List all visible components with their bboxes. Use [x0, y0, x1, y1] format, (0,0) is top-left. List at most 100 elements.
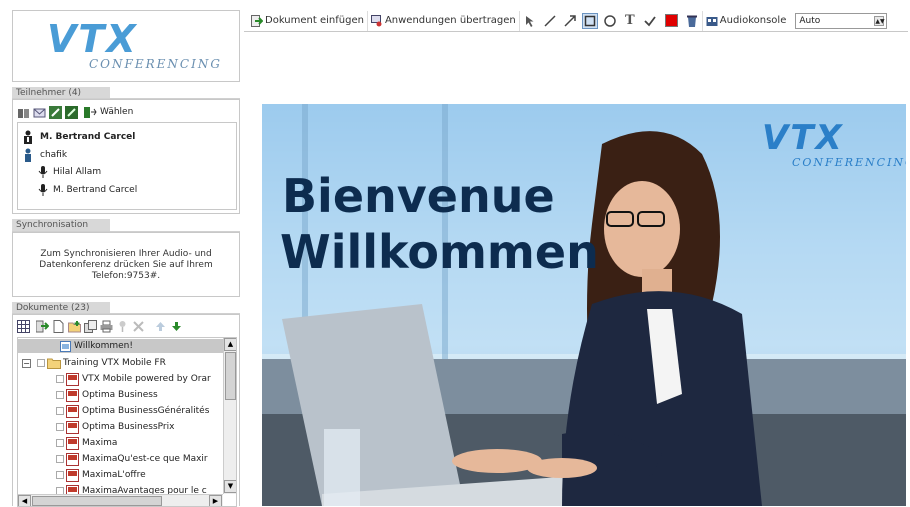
documents-panel: Willkommen! − Training VTX Mobile FR VTX… [12, 314, 240, 507]
check-tool-icon[interactable] [642, 13, 658, 29]
scroll-down-icon[interactable]: ▼ [224, 480, 236, 493]
ellipse-tool-icon[interactable] [602, 13, 618, 29]
pin-icon[interactable] [116, 320, 129, 333]
tree-file[interactable]: Optima BusinessGénéralités [56, 403, 209, 419]
documents-tree: Willkommen! − Training VTX Mobile FR VTX… [17, 337, 237, 507]
participants-toolbar: Wählen [17, 104, 133, 120]
audio-console-button[interactable]: Audiokonsole [701, 10, 790, 31]
import-icon[interactable] [35, 320, 50, 333]
top-toolbar: Dokument einfügen Anwendungen übertragen… [244, 10, 908, 32]
scroll-left-icon[interactable]: ◀ [18, 495, 31, 506]
participant-row[interactable]: chafik [22, 147, 67, 163]
tree-folder-label: Training VTX Mobile FR [63, 358, 166, 368]
move-up-icon[interactable] [154, 320, 167, 333]
participant-row[interactable]: Hilal Allam [38, 164, 101, 180]
tree-item-selected[interactable]: Willkommen! [18, 339, 223, 353]
tree-file-label: VTX Mobile powered by Orar [82, 374, 211, 384]
users-icon[interactable] [17, 106, 30, 119]
scroll-up-icon[interactable]: ▲ [224, 338, 236, 351]
file-checkbox[interactable] [56, 391, 64, 399]
print-icon[interactable] [100, 320, 113, 333]
mail-icon[interactable] [33, 106, 46, 119]
pdf-icon [66, 404, 79, 418]
file-checkbox[interactable] [56, 471, 64, 479]
file-checkbox[interactable] [56, 455, 64, 463]
scroll-thumb[interactable] [225, 352, 236, 400]
insert-document-button[interactable]: Dokument einfügen [248, 10, 368, 31]
audio-console-icon [706, 15, 718, 27]
tree-file-label: Maxima [82, 438, 118, 448]
participant-row[interactable]: M. Bertrand Carcel [38, 182, 137, 198]
moderator-icon [22, 130, 34, 144]
new-folder-icon[interactable] [68, 320, 81, 333]
tree-file-label: MaximaL'offre [82, 470, 146, 480]
zoom-select[interactable]: Auto ▲▼ [795, 12, 888, 29]
dial-icon[interactable] [84, 106, 97, 119]
participant-row[interactable]: M. Bertrand Carcel [22, 129, 135, 145]
slide-heading-fr: Bienvenue [282, 169, 555, 223]
scroll-right-icon[interactable]: ▶ [209, 495, 222, 506]
pointer-tool-icon[interactable] [522, 13, 538, 29]
tree-file[interactable]: Optima BusinessPrix [56, 419, 174, 435]
text-tool-icon[interactable]: T [622, 13, 638, 29]
slide-heading-de: Willkommen [280, 225, 599, 279]
sync-panel: Zum Synchronisieren Ihrer Audio- und Dat… [12, 232, 240, 297]
eraser-icon[interactable] [684, 13, 700, 29]
share-applications-button[interactable]: Anwendungen übertragen [368, 10, 520, 31]
pdf-icon [66, 468, 79, 482]
grid-view-icon[interactable] [17, 319, 30, 333]
folder-icon [47, 357, 61, 369]
file-checkbox[interactable] [56, 439, 64, 447]
file-checkbox[interactable] [56, 375, 64, 383]
pdf-icon [66, 436, 79, 450]
tree-file-label: Optima BusinessPrix [82, 422, 175, 432]
share-screen-icon [370, 14, 383, 27]
pdf-icon [66, 452, 79, 466]
tree-file[interactable]: VTX Mobile powered by Orar [56, 371, 211, 387]
file-checkbox[interactable] [56, 407, 64, 415]
file-checkbox[interactable] [56, 423, 64, 431]
tree-folder[interactable]: − Training VTX Mobile FR [22, 355, 166, 371]
audio-console-label: Audiokonsole [719, 15, 787, 26]
delete-icon[interactable] [132, 320, 145, 333]
participant-name: M. Bertrand Carcel [53, 185, 138, 195]
vtx-logo: VTX [47, 17, 138, 61]
documents-toolbar [17, 318, 186, 334]
rectangle-tool-icon[interactable] [581, 12, 598, 29]
presenter-icon[interactable] [49, 105, 62, 119]
copy-icon[interactable] [84, 319, 97, 333]
microphone-icon [38, 183, 50, 197]
participants-list: M. Bertrand Carcel chafik Hilal Allam M.… [17, 122, 237, 210]
moderator-toggle-icon[interactable] [65, 105, 78, 119]
zoom-select-value: Auto [799, 15, 821, 26]
slide-vtx-logo: VTX [762, 118, 844, 158]
microphone-icon [38, 165, 50, 179]
tree-file-label: Optima Business [82, 390, 158, 400]
arrow-tool-icon[interactable] [562, 13, 578, 29]
tree-file[interactable]: Optima Business [56, 387, 158, 403]
dial-label[interactable]: Wählen [100, 107, 133, 117]
sync-text: Zum Synchronisieren Ihrer Audio- und Dat… [39, 249, 213, 281]
participant-name: chafik [40, 150, 68, 160]
user-icon [22, 148, 34, 162]
folder-checkbox[interactable] [37, 359, 45, 367]
new-document-icon[interactable] [52, 319, 65, 333]
pdf-icon [66, 372, 79, 386]
horizontal-scrollbar[interactable]: ◀ ▶ [18, 494, 223, 506]
tree-file-label: MaximaQu'est-ce que Maxir [82, 454, 208, 464]
tree-file[interactable]: Maxima [56, 435, 117, 451]
line-tool-icon[interactable] [542, 13, 558, 29]
color-picker-icon[interactable] [664, 13, 680, 29]
move-down-icon[interactable] [170, 320, 183, 333]
logo-subtitle: CONFERENCING [89, 57, 222, 71]
scroll-thumb[interactable] [32, 496, 162, 506]
tree-file[interactable]: MaximaQu'est-ce que Maxir [56, 451, 208, 467]
tree-file[interactable]: MaximaL'offre [56, 467, 146, 483]
pdf-icon [66, 420, 79, 434]
vertical-scrollbar[interactable]: ▲ ▼ [223, 338, 236, 494]
pdf-icon [66, 388, 79, 402]
tree-file-label: Optima BusinessGénéralités [82, 406, 210, 416]
insert-document-icon [251, 14, 264, 27]
tree-item-label: Willkommen! [74, 341, 133, 351]
collapse-toggle-icon[interactable]: − [22, 358, 31, 368]
